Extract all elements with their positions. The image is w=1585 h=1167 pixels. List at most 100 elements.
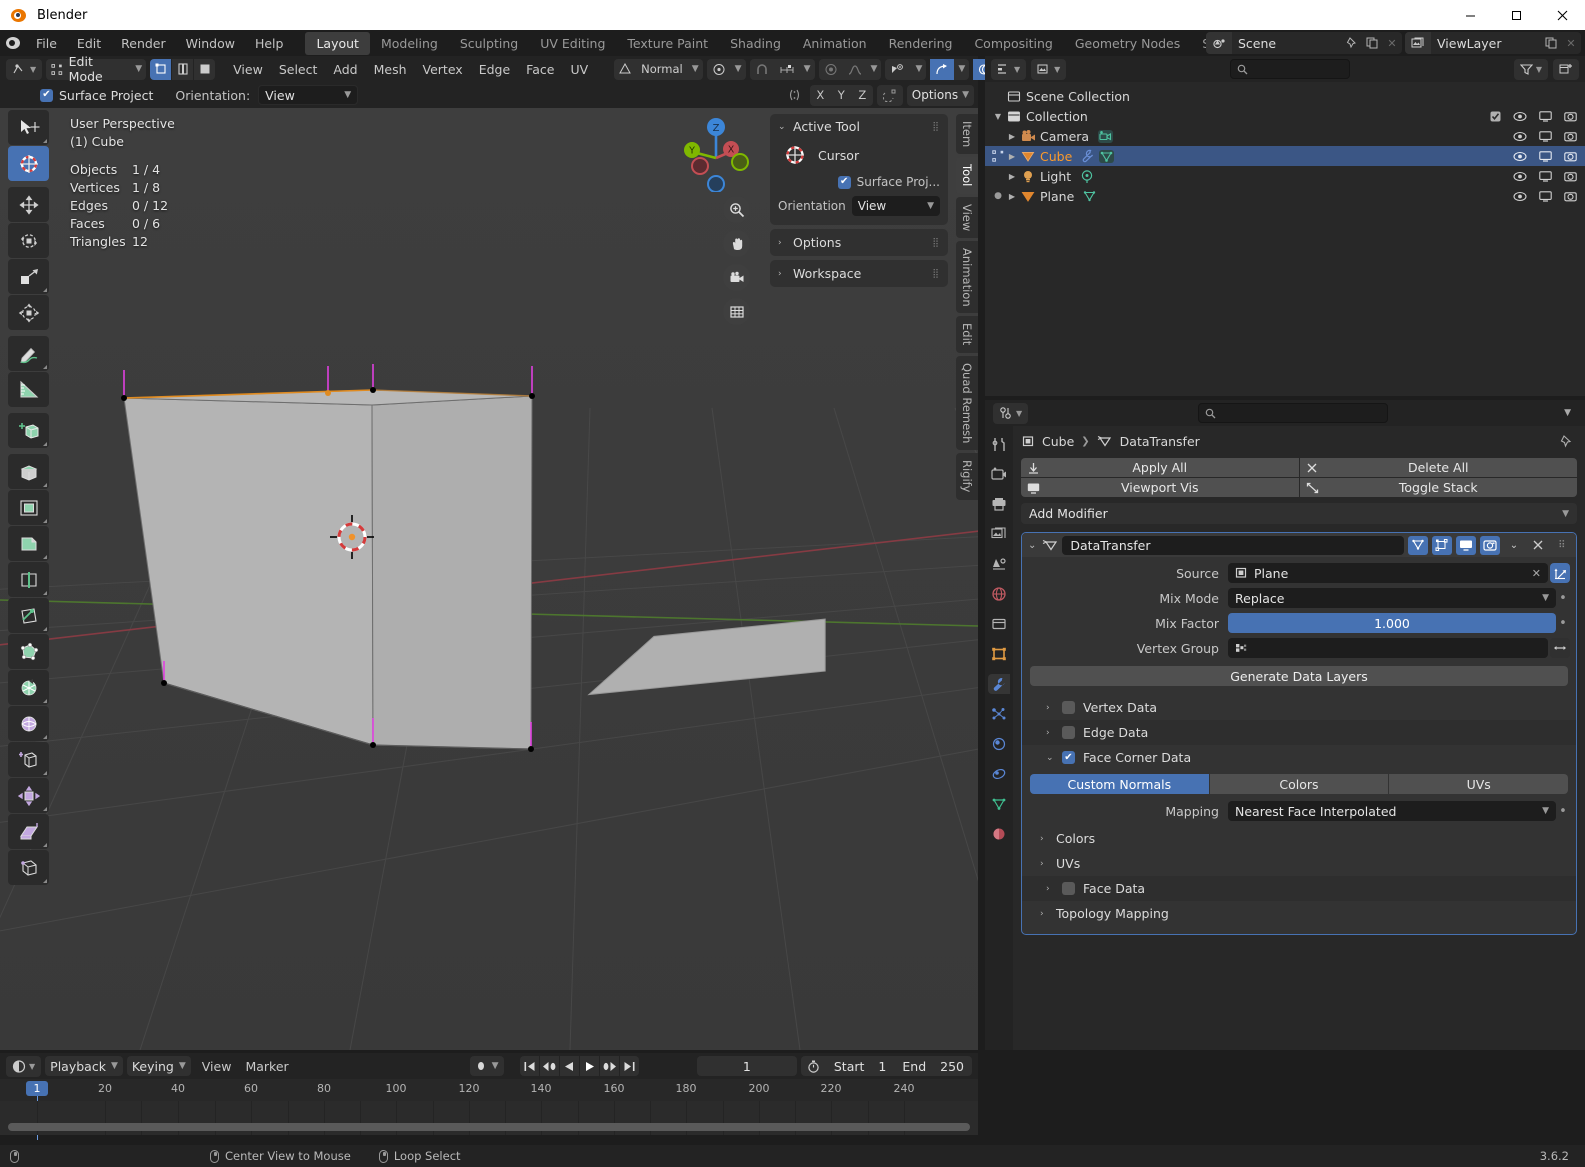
face-select-icon[interactable] xyxy=(194,58,216,80)
properties-tab-physics[interactable] xyxy=(988,734,1010,754)
sidebar-tab-edit[interactable]: Edit xyxy=(956,316,978,353)
shrink-fatten-tool[interactable] xyxy=(8,778,49,813)
properties-editor-icon[interactable]: ▼ xyxy=(993,402,1029,424)
expand-triangle-icon[interactable]: ▶ xyxy=(1005,152,1019,161)
screen-icon[interactable] xyxy=(1539,130,1552,142)
mesh-data-icon[interactable] xyxy=(1082,189,1097,203)
properties-tab-world[interactable] xyxy=(988,584,1010,604)
timeline-menu-marker[interactable]: Marker xyxy=(238,1056,295,1077)
screen-icon[interactable] xyxy=(1539,170,1552,182)
screen-icon[interactable] xyxy=(1539,150,1552,162)
play-icon[interactable] xyxy=(579,1056,599,1076)
section-uvs[interactable]: › UVs xyxy=(1028,851,1570,876)
symmetry-axis-y[interactable]: Y xyxy=(830,84,852,106)
outliner-row-scene-collection[interactable]: Scene Collection xyxy=(985,86,1585,106)
jump-end-icon[interactable] xyxy=(619,1056,639,1076)
workspace-tab-geometry-nodes[interactable]: Geometry Nodes xyxy=(1064,32,1191,55)
playhead[interactable]: 1 xyxy=(26,1081,48,1096)
workspace-tab-uv-editing[interactable]: UV Editing xyxy=(529,32,616,55)
shear-tool[interactable] xyxy=(8,814,49,849)
tweak-tool[interactable] xyxy=(8,110,49,145)
eye-icon[interactable] xyxy=(1513,171,1527,182)
section-edge-data[interactable]: › Edge Data xyxy=(1022,720,1576,745)
gizmo-controls[interactable]: ▼ xyxy=(930,58,970,80)
properties-tab-scene[interactable] xyxy=(988,554,1010,574)
properties-tab-render[interactable] xyxy=(988,464,1010,484)
move-tool[interactable] xyxy=(8,187,49,222)
checkbox-checked-icon[interactable] xyxy=(1490,111,1501,122)
sidebar-tab-view[interactable]: View xyxy=(956,196,978,238)
visibility-selector[interactable]: ▼ xyxy=(885,58,927,80)
poly-build-tool[interactable] xyxy=(8,634,49,669)
workspace-tab-shading[interactable]: Shading xyxy=(719,32,792,55)
viewlayer-selector[interactable]: ViewLayer ✕ xyxy=(1405,32,1581,54)
workspace-tab-animation[interactable]: Animation xyxy=(792,32,878,55)
data-type-uvs[interactable]: UVs xyxy=(1389,774,1569,794)
rotate-tool[interactable] xyxy=(8,223,49,258)
keying-menu[interactable]: Keying ▼ xyxy=(126,1056,191,1076)
proportional-editing-controls[interactable]: ▼ xyxy=(818,58,882,80)
options-panel[interactable]: › Options ⣿ xyxy=(770,229,948,256)
measure-tool[interactable] xyxy=(8,372,49,407)
section-topology-mapping[interactable]: › Topology Mapping xyxy=(1028,901,1570,926)
mesh-data-icon[interactable] xyxy=(1098,149,1115,164)
camera-icon[interactable] xyxy=(1564,171,1577,182)
pan-hand-icon[interactable] xyxy=(723,230,750,257)
section-face-data[interactable]: › Face Data xyxy=(1022,876,1576,901)
orientation-dropdown[interactable]: View ▼ xyxy=(258,85,359,105)
properties-tab-data[interactable] xyxy=(988,794,1010,814)
sidebar-tab-rigify[interactable]: Rigify xyxy=(956,453,978,500)
smooth-tool[interactable] xyxy=(8,706,49,741)
menu-edit[interactable]: Edit xyxy=(67,33,111,54)
light-data-icon[interactable] xyxy=(1079,169,1095,184)
inset-faces-tool[interactable] xyxy=(8,490,49,525)
menu-mesh[interactable]: Mesh xyxy=(366,59,415,80)
realtime-display-icon[interactable] xyxy=(1456,535,1476,555)
outliner-display-mode-icon[interactable]: ▼ xyxy=(991,58,1027,80)
viewlayer-close-icon[interactable]: ✕ xyxy=(1561,32,1581,54)
menu-help[interactable]: Help xyxy=(245,33,294,54)
next-keyframe-icon[interactable] xyxy=(599,1056,619,1076)
toggle-stack-button[interactable]: Toggle Stack xyxy=(1299,478,1577,497)
data-type-custom-normals[interactable]: Custom Normals xyxy=(1030,774,1209,794)
cursor-tool[interactable] xyxy=(8,146,49,181)
invert-arrows-icon[interactable] xyxy=(1550,638,1570,658)
workspace-tab-rendering[interactable]: Rendering xyxy=(878,32,964,55)
camera-icon[interactable] xyxy=(1564,111,1577,122)
outliner-row-camera[interactable]: ▶ Camera xyxy=(985,126,1585,146)
outliner-row-plane[interactable]: ● ▶ Plane xyxy=(985,186,1585,206)
scale-tool[interactable] xyxy=(8,259,49,294)
transform-tool[interactable] xyxy=(8,295,49,330)
outliner-id-type-icon[interactable]: ▼ xyxy=(1031,58,1067,80)
active-tool-header[interactable]: ⌄ Active Tool ⣿ xyxy=(778,119,940,134)
surface-project-checkbox[interactable]: ✔ xyxy=(837,175,851,189)
chevron-down-icon[interactable]: ▼ xyxy=(1558,403,1577,424)
pin-icon[interactable] xyxy=(1342,32,1362,54)
close-button[interactable] xyxy=(1539,0,1585,30)
vertex-data-checkbox[interactable] xyxy=(1062,701,1075,714)
duplicate-icon[interactable] xyxy=(1362,32,1382,54)
new-collection-icon[interactable] xyxy=(1553,58,1579,80)
expand-triangle-icon[interactable]: ▶ xyxy=(1005,172,1019,181)
face-data-checkbox[interactable] xyxy=(1062,882,1075,895)
timeline-menu-view[interactable]: View xyxy=(195,1056,239,1077)
snap-magnet-icon[interactable] xyxy=(750,59,774,80)
camera-icon[interactable] xyxy=(1564,191,1577,202)
menu-face[interactable]: Face xyxy=(518,59,562,80)
viewlayer-duplicate-icon[interactable] xyxy=(1541,32,1561,54)
modifier-name-field[interactable]: DataTransfer xyxy=(1062,535,1404,555)
menu-file[interactable]: File xyxy=(26,33,67,54)
add-cube-tool[interactable] xyxy=(8,413,49,448)
render-display-icon[interactable] xyxy=(1480,535,1500,555)
workspace-tab-compositing[interactable]: Compositing xyxy=(963,32,1063,55)
start-frame-field[interactable]: Start 1 xyxy=(826,1059,895,1074)
outliner-row-light[interactable]: ▶ Light xyxy=(985,166,1585,186)
falloff-curve-icon[interactable] xyxy=(843,59,867,80)
auto-keying-icon[interactable] xyxy=(801,1060,826,1073)
3d-viewport[interactable]: User Perspective (1) Cube Objects 1 / 4 V… xyxy=(0,108,978,1050)
camera-icon[interactable] xyxy=(1564,151,1577,162)
menu-view[interactable]: View xyxy=(225,59,271,80)
outliner-row-collection[interactable]: ▼ Collection xyxy=(985,106,1585,126)
workspace-tab-texture-paint[interactable]: Texture Paint xyxy=(616,32,719,55)
eye-icon[interactable] xyxy=(1513,191,1527,202)
